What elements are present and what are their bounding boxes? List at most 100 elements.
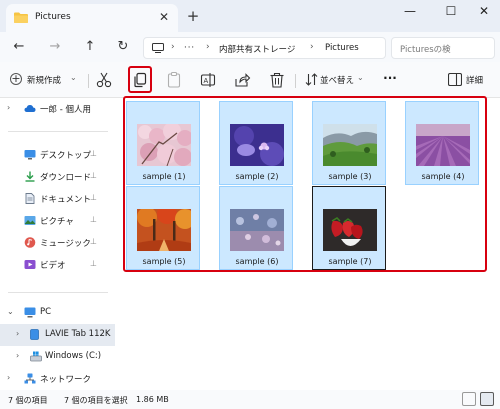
search-placeholder: Picturesの検 bbox=[400, 45, 451, 55]
sidebar-item-device[interactable]: › LAVIE Tab 112K bbox=[0, 324, 115, 346]
selection-callout bbox=[123, 96, 487, 272]
share-icon[interactable] bbox=[233, 71, 251, 89]
sidebar-item-label: ピクチャ bbox=[40, 217, 74, 227]
more-options-button[interactable]: ··· bbox=[381, 71, 399, 89]
forward-button[interactable]: → bbox=[46, 38, 64, 56]
computer-icon bbox=[152, 43, 164, 53]
breadcrumb-separator: › bbox=[206, 42, 210, 52]
new-label: 新規作成 bbox=[27, 76, 62, 86]
sidebar-item-pc[interactable]: ⌄ PC bbox=[0, 302, 115, 324]
sidebar-item-label: Windows (C:) bbox=[45, 351, 102, 361]
sidebar-item-pictures[interactable]: ピクチャ ⊥ bbox=[0, 210, 115, 232]
status-bar: 7 個の項目 7 個の項目を選択 1.86 MB bbox=[0, 390, 500, 409]
music-icon bbox=[24, 237, 36, 248]
expand-icon[interactable]: › bbox=[7, 103, 10, 112]
chevron-down-icon: ⌄ bbox=[357, 73, 364, 82]
sidebar-item-windows-drive[interactable]: › Windows (C:) bbox=[0, 346, 115, 368]
sidebar-item-documents[interactable]: ドキュメント ⊥ bbox=[0, 188, 115, 210]
back-button[interactable]: ← bbox=[10, 38, 28, 56]
copy-button-callout bbox=[128, 66, 152, 93]
cloud-icon bbox=[24, 105, 36, 112]
sort-button[interactable]: 並べ替え ⌄ bbox=[303, 71, 365, 89]
details-pane-icon bbox=[448, 73, 462, 86]
video-icon bbox=[24, 260, 36, 269]
download-icon bbox=[25, 171, 35, 182]
sidebar-item-music[interactable]: ミュージック ⊥ bbox=[0, 232, 115, 254]
toolbar-divider bbox=[88, 74, 89, 88]
title-bar: Pictures ✕ + — ☐ ✕ bbox=[0, 0, 500, 32]
sidebar-item-label: ダウンロード bbox=[40, 173, 92, 183]
sort-label: 並べ替え bbox=[320, 76, 355, 86]
breadcrumb-pictures[interactable]: Pictures bbox=[325, 43, 359, 53]
expand-icon[interactable]: › bbox=[16, 329, 19, 338]
computer-icon bbox=[24, 307, 36, 318]
sidebar-item-label: LAVIE Tab 112K bbox=[45, 329, 111, 339]
delete-icon[interactable] bbox=[268, 71, 286, 89]
maximize-button[interactable]: ☐ bbox=[433, 0, 469, 24]
tab-close-icon[interactable]: ✕ bbox=[156, 9, 172, 25]
network-icon bbox=[24, 373, 36, 384]
details-pane-button[interactable]: 詳細 bbox=[446, 71, 494, 89]
sidebar-item-onedrive[interactable]: › 一郎 - 個人用 bbox=[0, 98, 115, 120]
details-label: 詳細 bbox=[466, 76, 484, 86]
command-bar: + 新規作成 ⌄ A 並べ替え ⌄ ··· 詳細 bbox=[0, 62, 500, 98]
pin-icon[interactable]: ⊥ bbox=[90, 193, 97, 202]
large-icons-view-icon[interactable] bbox=[480, 392, 494, 406]
breadcrumb-separator: › bbox=[171, 42, 175, 52]
up-button[interactable]: ↑ bbox=[81, 38, 99, 56]
sidebar-item-label: ネットワーク bbox=[40, 375, 92, 385]
sidebar-item-label: ビデオ bbox=[40, 261, 66, 271]
sidebar-item-label: 一郎 - 個人用 bbox=[40, 105, 91, 115]
sidebar-item-label: ミュージック bbox=[40, 239, 91, 249]
breadcrumb-storage[interactable]: 内部共有ストレージ bbox=[219, 43, 295, 55]
address-bar[interactable]: › ··· › 内部共有ストレージ › Pictures bbox=[143, 37, 386, 59]
pin-icon[interactable]: ⊥ bbox=[90, 171, 97, 180]
sidebar-item-label: PC bbox=[40, 307, 52, 317]
item-count: 7 個の項目 bbox=[8, 396, 48, 405]
sidebar-item-network[interactable]: › ネットワーク bbox=[0, 368, 115, 390]
sidebar-item-videos[interactable]: ビデオ ⊥ bbox=[0, 254, 115, 276]
close-button[interactable]: ✕ bbox=[466, 0, 500, 24]
collapse-icon[interactable]: ⌄ bbox=[7, 307, 14, 316]
selection-count: 7 個の項目を選択 bbox=[64, 396, 128, 405]
pin-icon[interactable]: ⊥ bbox=[90, 149, 97, 158]
breadcrumb-overflow[interactable]: ··· bbox=[184, 43, 195, 53]
tab-title: Pictures bbox=[35, 12, 71, 22]
selection-size: 1.86 MB bbox=[136, 395, 169, 404]
expand-icon[interactable]: › bbox=[7, 373, 10, 382]
cut-icon[interactable] bbox=[95, 71, 113, 89]
sidebar-item-label: ドキュメント bbox=[40, 195, 92, 205]
refresh-button[interactable]: ↻ bbox=[114, 38, 132, 56]
rename-icon[interactable]: A bbox=[199, 71, 217, 89]
toolbar-divider bbox=[295, 74, 296, 88]
sidebar-item-label: デスクトップ bbox=[40, 151, 92, 161]
sidebar-item-downloads[interactable]: ダウンロード ⊥ bbox=[0, 166, 115, 188]
folder-icon bbox=[14, 12, 28, 23]
new-button[interactable]: + 新規作成 ⌄ bbox=[8, 71, 80, 89]
chevron-down-icon: ⌄ bbox=[70, 73, 77, 82]
breadcrumb-separator: › bbox=[310, 42, 314, 52]
pin-icon[interactable]: ⊥ bbox=[90, 215, 97, 224]
minimize-button[interactable]: — bbox=[392, 0, 428, 24]
expand-icon[interactable]: › bbox=[16, 351, 19, 360]
pictures-icon bbox=[24, 216, 36, 225]
plus-icon: + bbox=[10, 72, 22, 85]
pin-icon[interactable]: ⊥ bbox=[90, 259, 97, 268]
desktop-icon bbox=[24, 150, 36, 160]
sort-icon bbox=[305, 73, 318, 86]
navigation-pane: › 一郎 - 個人用 デスクトップ ⊥ ダウンロード ⊥ ドキュメント ⊥ ピク… bbox=[0, 98, 115, 390]
new-tab-button[interactable]: + bbox=[184, 7, 202, 25]
divider bbox=[8, 292, 108, 293]
paste-icon[interactable] bbox=[165, 71, 183, 89]
address-row: ← → ↑ ↻ › ··· › 内部共有ストレージ › Pictures Pic… bbox=[0, 32, 500, 62]
details-view-icon[interactable] bbox=[462, 392, 476, 406]
tab-pictures[interactable]: Pictures ✕ bbox=[6, 4, 178, 32]
drive-icon bbox=[30, 351, 42, 362]
search-input[interactable]: Picturesの検 bbox=[391, 37, 495, 59]
divider bbox=[8, 131, 108, 132]
tablet-icon bbox=[30, 329, 39, 340]
sidebar-item-desktop[interactable]: デスクトップ ⊥ bbox=[0, 144, 115, 166]
document-icon bbox=[25, 193, 35, 204]
pin-icon[interactable]: ⊥ bbox=[90, 237, 97, 246]
svg-text:A: A bbox=[204, 78, 209, 85]
